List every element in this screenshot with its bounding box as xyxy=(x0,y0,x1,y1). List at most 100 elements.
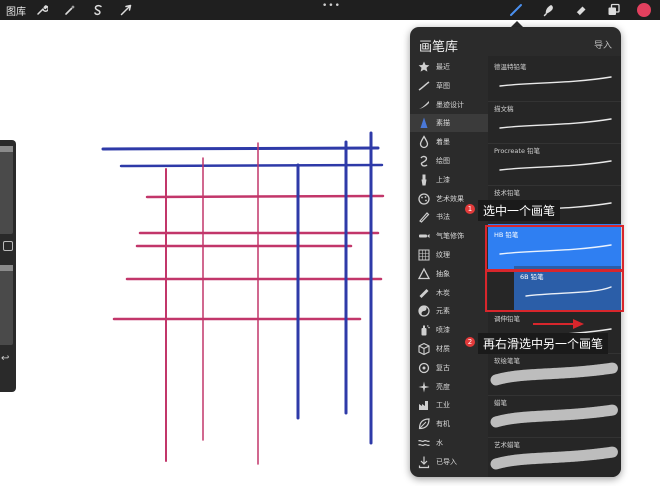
category-label: 墨迹设计 xyxy=(436,100,464,109)
category-label: 水 xyxy=(436,439,443,447)
category-label: 有机 xyxy=(436,420,450,429)
category-label: 材质 xyxy=(436,345,450,353)
cube-icon xyxy=(417,342,431,356)
brush-item[interactable]: 德温特铅笔 xyxy=(488,56,621,102)
palette-icon xyxy=(417,192,431,206)
step-2-badge: 2 xyxy=(465,337,475,347)
category-item[interactable]: 墨迹设计 xyxy=(410,96,488,114)
step-1-badge: 1 xyxy=(465,204,475,214)
import-icon xyxy=(417,455,431,469)
category-label: 抽象 xyxy=(436,269,450,278)
panel-title: 画笔库 xyxy=(419,40,459,55)
magic-wand-icon[interactable] xyxy=(62,2,78,18)
ink-drop-icon xyxy=(417,135,431,149)
category-item[interactable]: 草图 xyxy=(410,77,488,95)
brush-item[interactable]: 软绘笔笔 xyxy=(488,350,621,396)
category-item[interactable]: 木炭 xyxy=(410,284,488,302)
category-label: 上漆 xyxy=(436,175,450,184)
retro-icon xyxy=(417,361,431,375)
category-label: 纹理 xyxy=(436,251,450,259)
airbrush-icon xyxy=(417,229,431,243)
category-item[interactable]: 最近 xyxy=(410,58,488,76)
category-item[interactable]: 有机 xyxy=(410,415,488,433)
brush-item[interactable]: 描文稿 xyxy=(488,98,621,144)
category-item[interactable]: 上漆 xyxy=(410,171,488,189)
category-item[interactable]: 亮度 xyxy=(410,378,488,396)
step-2-callout: 再右滑选中另一个画笔 xyxy=(478,333,609,354)
paint-brush-icon xyxy=(417,173,431,187)
category-item[interactable]: 艺术效果 xyxy=(410,190,488,208)
charcoal-icon xyxy=(417,286,431,300)
category-item[interactable]: 绘图 xyxy=(410,152,488,170)
category-item[interactable]: 抽象 xyxy=(410,265,488,283)
swipe-right-arrow-icon xyxy=(533,319,584,329)
top-toolbar: 图库 ••• xyxy=(0,0,660,20)
brush-stroke-preview xyxy=(499,160,612,171)
import-button[interactable]: 导入 xyxy=(594,38,612,51)
category-label: 草图 xyxy=(436,81,450,90)
triangle-icon xyxy=(417,267,431,281)
brush-stroke-preview xyxy=(490,446,619,470)
industrial-icon xyxy=(417,398,431,412)
category-label: 素描 xyxy=(436,119,450,128)
eraser-icon[interactable] xyxy=(573,2,589,18)
leaf-icon xyxy=(417,417,431,431)
opacity-slider[interactable] xyxy=(0,265,13,345)
category-item[interactable]: 气笔修饰 xyxy=(410,227,488,245)
brush-size-handle[interactable] xyxy=(0,146,13,152)
opacity-handle[interactable] xyxy=(0,265,13,271)
category-item[interactable]: 素描 xyxy=(410,114,488,133)
more-options-icon[interactable]: ••• xyxy=(322,1,341,11)
category-label: 书法 xyxy=(436,213,450,222)
category-item[interactable]: 着墨 xyxy=(410,133,488,151)
canvas-strokes xyxy=(101,131,385,465)
brush-item[interactable]: 艺术蜡笔 xyxy=(488,434,621,477)
texture-icon xyxy=(417,248,431,262)
ink-icon xyxy=(417,98,431,112)
pencil-tip-icon xyxy=(417,116,431,130)
brush-icon[interactable] xyxy=(508,2,524,18)
brush-item[interactable]: 蜡笔 xyxy=(488,392,621,438)
brush-stroke-preview xyxy=(490,362,619,386)
category-label: 气笔修饰 xyxy=(436,232,464,241)
star-icon xyxy=(417,60,431,74)
highlight-box-1 xyxy=(485,225,624,272)
color-picker-button[interactable] xyxy=(637,3,651,17)
category-label: 绘图 xyxy=(436,157,450,165)
sparkle-icon xyxy=(417,380,431,394)
brush-stroke-preview xyxy=(499,118,612,129)
category-label: 亮度 xyxy=(436,382,450,391)
selection-icon[interactable] xyxy=(90,2,106,18)
modify-button[interactable] xyxy=(3,241,13,251)
layers-icon[interactable] xyxy=(606,2,622,18)
step-1-callout: 选中一个画笔 xyxy=(478,200,561,221)
category-label: 喷漆 xyxy=(436,326,450,335)
brush-item[interactable]: Procreate 铅笔 xyxy=(488,140,621,186)
category-item[interactable]: 材质 xyxy=(410,340,488,358)
category-label: 艺术效果 xyxy=(436,194,464,203)
category-item[interactable]: 纹理 xyxy=(410,246,488,264)
brush-size-slider[interactable] xyxy=(0,146,13,234)
spray-icon xyxy=(417,323,431,337)
category-item[interactable]: 复古 xyxy=(410,359,488,377)
category-item[interactable]: 书法 xyxy=(410,208,488,226)
category-label: 工业 xyxy=(436,401,450,410)
category-item[interactable]: 水 xyxy=(410,434,488,452)
left-sidebar: ↩ xyxy=(0,140,16,392)
gallery-button[interactable]: 图库 xyxy=(6,3,26,18)
sketch-icon xyxy=(417,79,431,93)
smudge-icon[interactable] xyxy=(541,2,557,18)
category-item[interactable]: 已导入 xyxy=(410,453,488,471)
category-label: 最近 xyxy=(436,63,450,71)
transform-arrow-icon[interactable] xyxy=(118,2,134,18)
undo-icon[interactable]: ↩ xyxy=(1,353,9,364)
calligraphy-icon xyxy=(417,210,431,224)
category-label: 木炭 xyxy=(436,288,450,297)
category-item[interactable]: 元素 xyxy=(410,302,488,320)
category-item[interactable]: 喷漆 xyxy=(410,321,488,339)
yin-yang-icon xyxy=(417,304,431,318)
category-item[interactable]: 工业 xyxy=(410,396,488,414)
category-label: 已导入 xyxy=(436,457,457,466)
wrench-icon[interactable] xyxy=(34,2,50,18)
water-icon xyxy=(417,436,431,450)
